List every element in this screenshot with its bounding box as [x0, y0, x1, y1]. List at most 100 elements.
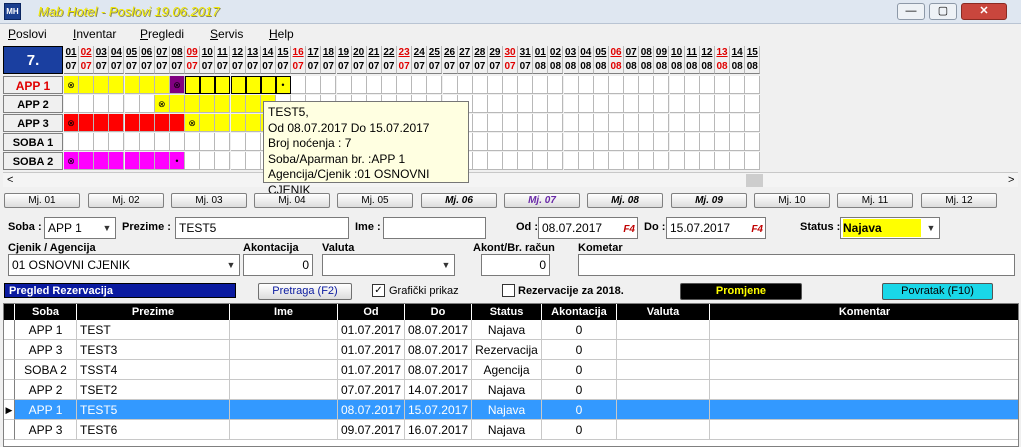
calendar-cell[interactable]: [578, 114, 594, 132]
day-header[interactable]: 14 07: [260, 46, 276, 74]
day-header[interactable]: 04 08: [578, 46, 594, 74]
calendar-cell[interactable]: [639, 133, 655, 151]
table-cell[interactable]: [710, 340, 1018, 360]
calendar-cell[interactable]: [624, 152, 640, 170]
promjene-button[interactable]: Promjene: [680, 283, 802, 300]
day-header[interactable]: 02 07: [79, 46, 95, 74]
month-button[interactable]: Mj. 02: [88, 193, 164, 208]
table-cell[interactable]: [230, 340, 338, 360]
table-cell[interactable]: Najava: [472, 380, 542, 400]
calendar-cell[interactable]: [397, 76, 413, 94]
calendar-cell[interactable]: [321, 76, 337, 94]
calendar-cell[interactable]: [154, 133, 170, 151]
row-selector[interactable]: ▶: [4, 400, 15, 420]
calendar-cell[interactable]: [472, 95, 488, 113]
table-cell[interactable]: [230, 360, 338, 380]
calendar-cell[interactable]: [563, 152, 579, 170]
table-cell[interactable]: [617, 320, 710, 340]
month-button[interactable]: Mj. 11: [837, 193, 913, 208]
table-cell[interactable]: APP 3: [15, 340, 77, 360]
month-button[interactable]: Mj. 07: [504, 193, 580, 208]
table-cell[interactable]: TEST6: [77, 420, 230, 440]
row-selector[interactable]: [4, 380, 15, 400]
chevron-down-icon[interactable]: ▼: [99, 218, 115, 238]
month-button[interactable]: Mj. 06: [421, 193, 497, 208]
table-cell[interactable]: 0: [542, 380, 617, 400]
calendar-cell[interactable]: [624, 95, 640, 113]
day-header[interactable]: 06 08: [609, 46, 625, 74]
day-header[interactable]: 13 08: [715, 46, 731, 74]
calendar-cell[interactable]: [533, 152, 549, 170]
calendar-cell[interactable]: [715, 76, 731, 94]
calendar-cell[interactable]: [699, 152, 715, 170]
calendar-cell[interactable]: [699, 133, 715, 151]
calendar-cell[interactable]: [548, 95, 564, 113]
calendar-scrollbar[interactable]: < >: [3, 172, 1018, 187]
day-header[interactable]: 31 07: [518, 46, 534, 74]
calendar-cell[interactable]: [487, 95, 503, 113]
calendar-cell[interactable]: [593, 76, 609, 94]
calendar-cell[interactable]: [200, 114, 216, 132]
calendar-cell[interactable]: [518, 76, 534, 94]
day-header[interactable]: 22 07: [381, 46, 397, 74]
calendar-cell[interactable]: ⊗: [64, 114, 79, 132]
calendar-cell[interactable]: [487, 152, 503, 170]
calendar-cell[interactable]: [548, 114, 564, 132]
calendar-cell[interactable]: [745, 95, 761, 113]
pretraga-button[interactable]: Pretraga (F2): [258, 283, 352, 300]
table-cell[interactable]: APP 2: [15, 380, 77, 400]
calendar-cell[interactable]: [624, 76, 640, 94]
table-cell[interactable]: Najava: [472, 400, 542, 420]
day-header[interactable]: 10 07: [200, 46, 216, 74]
calendar-cell[interactable]: [472, 133, 488, 151]
menu-inventar[interactable]: Inventar: [73, 27, 116, 41]
akontacija-input[interactable]: 0: [243, 254, 313, 276]
calendar-cell[interactable]: [654, 76, 670, 94]
soba-combo[interactable]: APP 1 ▼: [44, 217, 116, 239]
column-header[interactable]: Ime: [230, 304, 338, 320]
day-header[interactable]: 27 07: [457, 46, 473, 74]
calendar-cell[interactable]: [94, 133, 110, 151]
calendar-cell[interactable]: [215, 133, 231, 151]
calendar-cell[interactable]: [699, 76, 715, 94]
table-cell[interactable]: [617, 360, 710, 380]
calendar-cell[interactable]: [730, 95, 746, 113]
calendar-cell[interactable]: [518, 95, 534, 113]
calendar-cell[interactable]: [200, 95, 216, 113]
calendar-cell[interactable]: [487, 76, 503, 94]
day-header[interactable]: 12 07: [230, 46, 246, 74]
calendar-cell[interactable]: [336, 76, 352, 94]
day-header[interactable]: 07 08: [624, 46, 640, 74]
calendar-cell[interactable]: [109, 152, 125, 170]
calendar-cell[interactable]: [654, 152, 670, 170]
calendar-cell[interactable]: [715, 114, 731, 132]
room-label[interactable]: APP 1: [3, 76, 63, 94]
calendar-cell[interactable]: [169, 114, 185, 132]
day-header[interactable]: 03 07: [94, 46, 110, 74]
table-cell[interactable]: [710, 420, 1018, 440]
calendar-cell[interactable]: [215, 76, 231, 94]
status-combo[interactable]: Najava ▼: [840, 217, 940, 239]
day-header[interactable]: 04 07: [109, 46, 125, 74]
calendar-cell[interactable]: [185, 152, 201, 170]
calendar-cell[interactable]: [578, 76, 594, 94]
calendar-cell[interactable]: [109, 76, 125, 94]
table-cell[interactable]: 07.07.2017: [338, 380, 405, 400]
calendar-cell[interactable]: [185, 95, 201, 113]
do-date-input[interactable]: 15.07.2017 F4: [666, 217, 766, 239]
calendar-cell[interactable]: [230, 114, 246, 132]
table-cell[interactable]: TSET2: [77, 380, 230, 400]
day-header[interactable]: 05 07: [124, 46, 140, 74]
day-header[interactable]: 13 07: [245, 46, 261, 74]
calendar-cell[interactable]: [503, 133, 519, 151]
calendar-cell[interactable]: [730, 76, 746, 94]
calendar-cell[interactable]: [699, 114, 715, 132]
calendar-cell[interactable]: [593, 133, 609, 151]
calendar-cell[interactable]: [684, 76, 700, 94]
calendar-cell[interactable]: [79, 95, 95, 113]
calendar-cell[interactable]: [215, 114, 231, 132]
day-header[interactable]: 20 07: [351, 46, 367, 74]
calendar-cell[interactable]: [245, 76, 261, 94]
calendar-cell[interactable]: [185, 76, 201, 94]
day-header[interactable]: 08 08: [639, 46, 655, 74]
